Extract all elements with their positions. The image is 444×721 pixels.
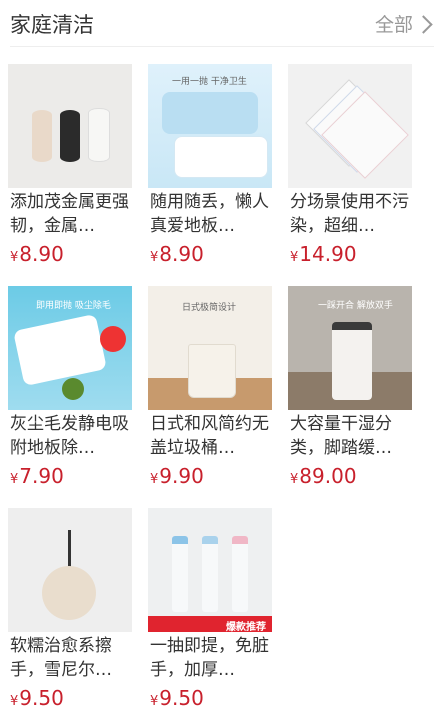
product-image[interactable]: 一用一抛 干净卫生 bbox=[148, 64, 272, 188]
product-card[interactable]: 分场景使用不污染，超细… ¥14.90 bbox=[288, 64, 412, 266]
hand-towel-ball-icon bbox=[42, 566, 96, 620]
trash-bag-roll-icon bbox=[60, 110, 80, 162]
product-name[interactable]: 日式和风简约无盖垃圾桶… bbox=[150, 412, 272, 460]
section-header: 家庭清洁 全部 bbox=[0, 0, 444, 46]
view-all-label: 全部 bbox=[374, 14, 413, 36]
image-banner-text: 一踩开合 解放双手 bbox=[318, 301, 393, 311]
product-card[interactable]: 日式极简设计 日式和风简约无盖垃圾桶… ¥9.90 bbox=[148, 286, 272, 488]
product-price: ¥8.90 bbox=[150, 242, 204, 266]
product-price: ¥9.90 bbox=[150, 464, 204, 488]
trash-bag-roll-icon bbox=[32, 110, 52, 162]
product-image[interactable]: 日式极简设计 bbox=[148, 286, 272, 410]
product-card[interactable]: 一用一抛 干净卫生 随用随丢，懒人真爱地板… ¥8.90 bbox=[148, 64, 272, 266]
product-name[interactable]: 一抽即提，免脏手，加厚… bbox=[150, 634, 272, 682]
wipes-pack-icon bbox=[174, 136, 268, 178]
product-name[interactable]: 随用随丢，懒人真爱地板… bbox=[150, 190, 272, 238]
bag-roll-icon bbox=[202, 536, 218, 612]
chevron-right-icon bbox=[414, 14, 433, 34]
product-card[interactable]: 软糯治愈系擦手，雪尼尔… ¥9.50 bbox=[8, 508, 132, 710]
product-price: ¥8.90 bbox=[10, 242, 64, 266]
product-price: ¥7.90 bbox=[10, 464, 64, 488]
promo-label: 爆款推荐 bbox=[226, 622, 266, 632]
product-image[interactable] bbox=[288, 64, 412, 188]
wipes-pack-icon bbox=[13, 313, 107, 387]
product-name[interactable]: 软糯治愈系擦手，雪尼尔… bbox=[10, 634, 132, 682]
product-name[interactable]: 大容量干湿分类，脚踏缓… bbox=[290, 412, 412, 460]
trash-bag-roll-icon bbox=[88, 108, 110, 162]
product-price: ¥9.50 bbox=[10, 686, 64, 710]
image-banner-text: 日式极简设计 bbox=[182, 303, 237, 313]
bag-roll-icon bbox=[172, 536, 188, 612]
bag-roll-icon bbox=[232, 536, 248, 612]
product-price: ¥14.90 bbox=[290, 242, 357, 266]
product-image[interactable]: 爆款推荐 bbox=[148, 508, 272, 632]
product-card[interactable]: 添加茂金属更强韧，金属… ¥8.90 bbox=[8, 64, 132, 266]
product-image[interactable] bbox=[8, 508, 132, 632]
promo-badge bbox=[100, 326, 126, 352]
pedal-bin-icon bbox=[332, 322, 372, 400]
product-card[interactable]: 一踩开合 解放双手 大容量干湿分类，脚踏缓… ¥89.00 bbox=[288, 286, 412, 488]
product-name[interactable]: 分场景使用不污染，超细… bbox=[290, 190, 412, 238]
lime-icon bbox=[62, 378, 84, 400]
product-price: ¥89.00 bbox=[290, 464, 357, 488]
product-image[interactable]: 一踩开合 解放双手 bbox=[288, 286, 412, 410]
product-image[interactable]: 即用即抛 吸尘除毛 bbox=[8, 286, 132, 410]
product-image[interactable] bbox=[8, 64, 132, 188]
product-price: ¥9.50 bbox=[150, 686, 204, 710]
product-card[interactable]: 即用即抛 吸尘除毛 灰尘毛发静电吸附地板除… ¥7.90 bbox=[8, 286, 132, 488]
product-card[interactable]: 爆款推荐 一抽即提，免脏手，加厚… ¥9.50 bbox=[148, 508, 272, 710]
hanging-string-icon bbox=[68, 530, 71, 570]
image-banner-text: 即用即抛 吸尘除毛 bbox=[36, 301, 111, 311]
header-divider bbox=[10, 46, 434, 47]
trash-can-icon bbox=[188, 344, 236, 398]
view-all-link[interactable]: 全部 bbox=[374, 10, 433, 37]
product-name[interactable]: 灰尘毛发静电吸附地板除… bbox=[10, 412, 132, 460]
wipes-pack-icon bbox=[162, 92, 258, 134]
image-banner-text: 一用一抛 干净卫生 bbox=[172, 77, 247, 87]
product-name[interactable]: 添加茂金属更强韧，金属… bbox=[10, 190, 132, 238]
section-title: 家庭清洁 bbox=[10, 13, 94, 37]
